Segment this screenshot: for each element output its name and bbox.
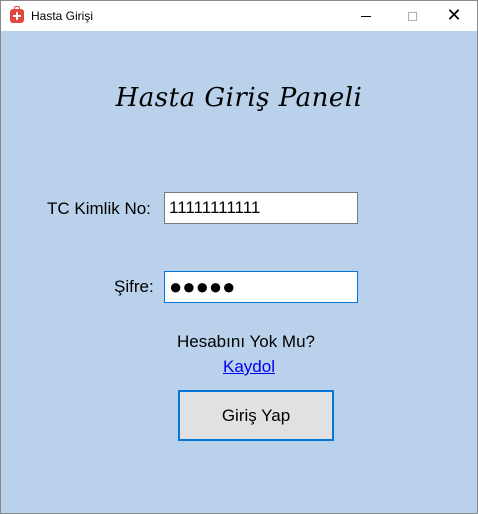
maximize-icon — [407, 11, 417, 21]
medical-bag-icon — [10, 6, 24, 23]
minimize-button[interactable] — [343, 1, 389, 31]
password-label: Şifre: — [114, 277, 154, 296]
window-title: Hasta Girişi — [31, 9, 94, 23]
login-window: Hasta Girişi ✕ Hasta Giriş Paneli TC Kim… — [0, 0, 478, 514]
minimize-icon — [361, 15, 371, 17]
login-button[interactable]: Giriş Yap — [178, 390, 334, 441]
close-icon: ✕ — [446, 5, 462, 26]
close-button[interactable]: ✕ — [431, 1, 477, 31]
tc-input[interactable] — [164, 192, 358, 224]
maximize-button[interactable] — [389, 1, 435, 31]
password-input[interactable]: ●●●●● — [164, 271, 358, 303]
tc-label: TC Kimlik No: — [47, 199, 151, 218]
no-account-prompt: Hesabını Yok Mu? — [177, 332, 315, 351]
page-title: Hasta Giriş Paneli — [115, 83, 363, 113]
register-link[interactable]: Kaydol — [223, 357, 275, 377]
title-bar[interactable]: Hasta Girişi ✕ — [1, 1, 477, 31]
